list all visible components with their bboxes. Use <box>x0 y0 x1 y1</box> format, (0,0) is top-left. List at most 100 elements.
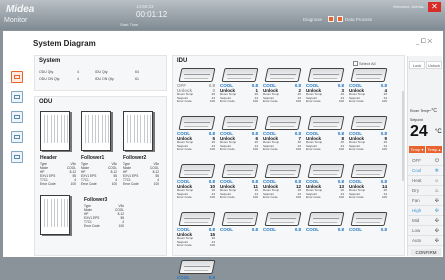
error-code-value: 100 <box>209 147 215 152</box>
mode-label: Dry <box>412 188 419 193</box>
idu-tile[interactable]: COOL 0.8 Unlock 3 Room Temp 26 Setpoint 24 Error… <box>306 68 345 104</box>
mode-cool-button[interactable]: Cool ❄ <box>408 166 443 176</box>
idu-tile[interactable]: COOL 0.8 Unlock 9 Room Temp 26 Setpoint 24 Error… <box>349 116 388 152</box>
idu-tile[interactable]: COOL 0.8 Unlock 12 Room Temp 26 Setpoint 24 Erro… <box>263 164 302 200</box>
tile-value: 0.8 <box>337 227 344 232</box>
idu-tile[interactable]: COOL 0.8 <box>306 212 345 232</box>
odu-unit-name: Follower1 <box>81 155 105 161</box>
data-process-label: Data Process <box>345 17 373 22</box>
odu-panel: ODU Header Type V5x Mode COOL HP 8-12 EXV1 EPS 5… <box>34 96 167 256</box>
mode-off-button[interactable]: OFF ⏻ <box>408 156 443 166</box>
idu-tile[interactable]: COOL 0.8 <box>177 260 216 280</box>
idu-unit-image <box>307 164 345 178</box>
current-time: 14:56:23 <box>136 4 154 9</box>
mode-fan-button[interactable]: Fan ✣ <box>408 196 443 206</box>
odu-spec: Type V5x Mode COOL HP 8-12 EXV1 EPS 55 T7C1 4 Erro… <box>40 162 76 186</box>
idu-tile[interactable]: COOL 0.8 Unlock 1 Room Temp 26 Setpoint 24 Error… <box>220 68 259 104</box>
idu-tile[interactable]: COOL 0.8 <box>349 212 388 232</box>
error-code-label: Error Code <box>306 99 321 104</box>
report-icon[interactable] <box>11 131 23 143</box>
odu-unit-image[interactable] <box>40 195 70 235</box>
idu-tile[interactable]: COOL 0.8 <box>220 212 259 232</box>
idu-tile[interactable]: COOL 0.8 Unlock 6 Room Temp 26 Setpoint 24 Error… <box>220 116 259 152</box>
error-code-label: Error Code <box>177 99 192 104</box>
mode-icon: ⏻ <box>435 158 439 164</box>
odu-unit-image[interactable] <box>40 111 70 151</box>
select-all-label: Select All <box>359 61 376 66</box>
temp-down-button[interactable]: Temp ▾ <box>409 146 425 153</box>
error-code-label: Error Code <box>177 147 192 152</box>
data-process-button[interactable] <box>337 16 343 22</box>
confirm-button[interactable]: CONFIRM <box>411 249 441 256</box>
idu-unit-image <box>178 164 216 178</box>
spec-value: 100 <box>111 182 117 186</box>
room-temp-value: --°C <box>428 108 437 114</box>
settings-icon[interactable] <box>11 151 23 163</box>
idu-unit-image <box>307 212 345 226</box>
error-code-label: Error Code <box>263 195 278 200</box>
scrollbar[interactable] <box>402 91 404 181</box>
mode-icon: ✣ <box>434 228 439 234</box>
window-controls[interactable]: _ ⧠ ✕ <box>416 39 432 46</box>
idu-tile[interactable]: COOL 0.8 Unlock 5 Room Temp 26 Setpoint 24 Error… <box>177 116 216 152</box>
odu-on-label: ODU ON Qty. <box>39 77 61 81</box>
list-icon[interactable] <box>11 111 23 123</box>
elapsed-clock: 00:01:12 <box>136 10 168 19</box>
idu-unit-image <box>178 260 216 274</box>
unlock-button[interactable]: Unlock <box>426 61 442 69</box>
idu-tile[interactable]: COOL 0.8 Unlock 8 Room Temp 26 Setpoint 24 Error… <box>306 116 345 152</box>
error-code-label: Error Code <box>220 147 235 152</box>
setpoint-unit: °C <box>435 129 442 135</box>
idu-unit-image <box>178 68 216 82</box>
mode-auto-button[interactable]: Auto ✣ <box>408 236 443 246</box>
start-time-label: Start Time <box>120 22 139 27</box>
mode-mid-button[interactable]: Mid ✣ <box>408 216 443 226</box>
idu-tile[interactable]: COOL 0.8 Unlock 2 Room Temp 26 Setpoint 24 Error… <box>263 68 302 104</box>
user-greeting: Welcome, Admin <box>393 4 423 9</box>
odu-qty-label: ODU Qty. <box>39 70 54 74</box>
select-all-checkbox[interactable]: Select All <box>353 61 376 67</box>
tile-value: 0.8 <box>294 227 301 232</box>
temp-up-button[interactable]: Temp ▴ <box>426 146 442 153</box>
page-title: System Diagram <box>33 39 96 48</box>
error-code-value: 100 <box>338 147 344 152</box>
idu-tile[interactable]: COOL 0.8 Unlock 14 Room Temp 26 Setpoint 24 Erro… <box>349 164 388 200</box>
odu-unit-image[interactable] <box>81 111 111 151</box>
idu-unit-image <box>264 116 302 130</box>
idu-tile[interactable]: OFF 0.8 Unlock 0 Room Temp 26 Setpoint 24 Error … <box>177 68 216 104</box>
idu-tile[interactable]: COOL 0.8 Unlock 4 Room Temp 26 Setpoint 24 Error… <box>349 68 388 104</box>
error-code-value: 100 <box>209 195 215 200</box>
mode-icon: ✣ <box>434 198 439 204</box>
error-code-label: Error Code <box>220 99 235 104</box>
idu-unit-image <box>221 164 259 178</box>
spec-value: 100 <box>153 182 159 186</box>
monitor-icon[interactable] <box>11 91 23 103</box>
error-code-label: Error Code <box>306 195 321 200</box>
idu-tile[interactable]: COOL 0.8 Unlock 10 Room Temp 26 Setpoint 24 Erro… <box>177 164 216 200</box>
odu-unit-image[interactable] <box>123 111 153 151</box>
error-code-label: Error Code <box>263 99 278 104</box>
mode-heat-button[interactable]: Heat ☼ <box>408 176 443 186</box>
minimize-button[interactable]: _ <box>421 2 424 8</box>
spec-label: Error Code <box>81 182 97 186</box>
idu-tile[interactable]: COOL 0.8 Unlock 15 Room Temp 26 Setpoint 24 Erro… <box>177 212 216 248</box>
lock-button[interactable]: Lock <box>409 61 425 69</box>
mode-high-button[interactable]: High ✣ <box>408 206 443 216</box>
mode-label: Mid <box>412 218 420 223</box>
app-title: Monitor <box>4 17 28 24</box>
idu-unit-image <box>178 116 216 130</box>
idu-tile[interactable]: COOL 0.8 Unlock 7 Room Temp 26 Setpoint 24 Error… <box>263 116 302 152</box>
checkbox-icon <box>353 61 358 67</box>
diagnose-button[interactable] <box>328 16 334 22</box>
idu-tile[interactable]: COOL 0.8 <box>263 212 302 232</box>
mode-icon: ☼ <box>434 178 439 184</box>
idu-tile[interactable]: COOL 0.8 Unlock 11 Room Temp 26 Setpoint 24 Erro… <box>220 164 259 200</box>
mode-icon: ✣ <box>434 238 439 244</box>
close-app-button[interactable]: ✕ <box>428 2 441 12</box>
idu-tile[interactable]: COOL 0.8 Unlock 13 Room Temp 26 Setpoint 24 Erro… <box>306 164 345 200</box>
error-code-label: Error Code <box>349 195 364 200</box>
mode-low-button[interactable]: Low ✣ <box>408 226 443 236</box>
diagram-icon[interactable] <box>11 71 23 83</box>
mode-label: Auto <box>412 238 422 243</box>
mode-dry-button[interactable]: Dry ♨ <box>408 186 443 196</box>
